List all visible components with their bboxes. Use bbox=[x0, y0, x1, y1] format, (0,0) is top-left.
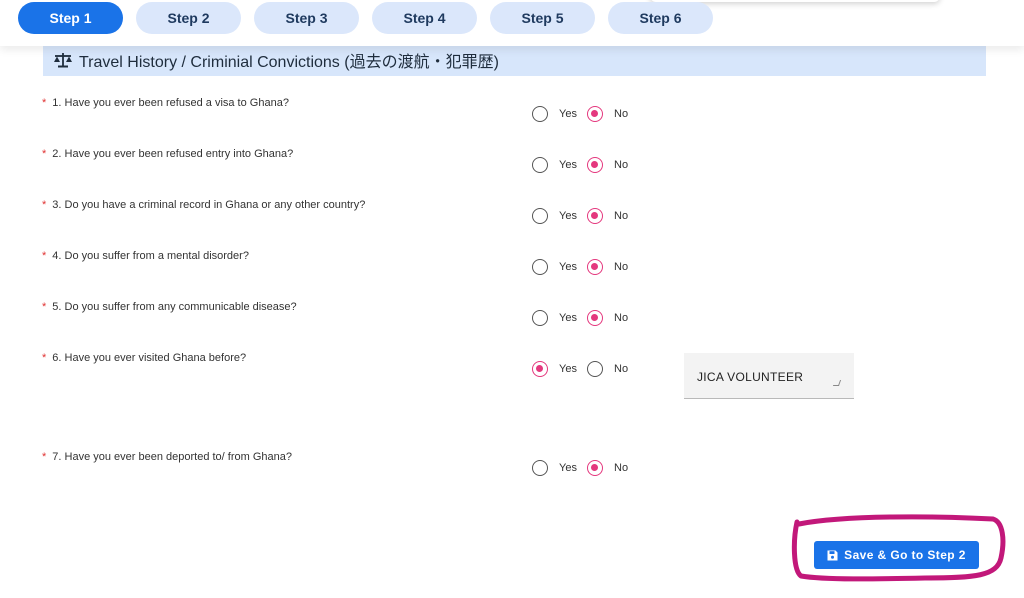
radio-no[interactable] bbox=[587, 310, 603, 326]
option-label: Yes bbox=[559, 363, 577, 375]
option-no[interactable]: No bbox=[587, 310, 628, 326]
option-yes[interactable]: Yes bbox=[532, 310, 577, 326]
step-tabs: Step 1 Step 2 Step 3 Step 4 Step 5 Step … bbox=[18, 2, 713, 34]
option-label: Yes bbox=[559, 210, 577, 222]
radio-yes[interactable] bbox=[532, 208, 548, 224]
question-row: * 2. Have you ever been refused entry int… bbox=[0, 148, 1024, 178]
required-marker: * bbox=[42, 352, 47, 364]
highlight-annotation bbox=[791, 514, 1006, 582]
option-label: No bbox=[614, 462, 629, 474]
option-yes[interactable]: Yes bbox=[532, 460, 577, 476]
radio-no[interactable] bbox=[587, 460, 603, 476]
radio-yes[interactable] bbox=[532, 259, 548, 275]
required-marker: * bbox=[42, 451, 47, 463]
radio-no[interactable] bbox=[587, 361, 603, 377]
option-no[interactable]: No bbox=[587, 361, 628, 377]
radio-yes[interactable] bbox=[532, 361, 548, 377]
section-title: Travel History / Criminial Convictions (… bbox=[79, 54, 499, 71]
scale-icon bbox=[54, 53, 72, 68]
question-row: * 1. Have you ever been refused a visa to… bbox=[0, 97, 1024, 127]
required-marker: * bbox=[42, 250, 47, 262]
resize-handle-icon[interactable] bbox=[832, 380, 842, 386]
step-navigation-bar: Step 1 Step 2 Step 3 Step 4 Step 5 Step … bbox=[0, 0, 1024, 46]
radio-no[interactable] bbox=[587, 208, 603, 224]
radio-yes[interactable] bbox=[532, 460, 548, 476]
option-label: No bbox=[614, 210, 629, 222]
step-4-tab[interactable]: Step 4 bbox=[372, 2, 477, 34]
radio-yes[interactable] bbox=[532, 157, 548, 173]
step-5-tab[interactable]: Step 5 bbox=[490, 2, 595, 34]
option-label: Yes bbox=[559, 108, 577, 120]
question-label: * 3. Do you have a criminal record in Gha… bbox=[42, 199, 366, 211]
option-label: No bbox=[614, 363, 629, 375]
question-row: * 3. Do you have a criminal record in Gha… bbox=[0, 199, 1024, 229]
option-no[interactable]: No bbox=[587, 460, 628, 476]
radio-no[interactable] bbox=[587, 157, 603, 173]
radio-no[interactable] bbox=[587, 106, 603, 122]
question-row: * 7. Have you ever been deported to/ from… bbox=[0, 451, 1024, 481]
option-yes[interactable]: Yes bbox=[532, 361, 577, 377]
option-no[interactable]: No bbox=[587, 157, 628, 173]
radio-yes[interactable] bbox=[532, 106, 548, 122]
question-label: * 7. Have you ever been deported to/ from… bbox=[42, 451, 292, 463]
option-yes[interactable]: Yes bbox=[532, 106, 577, 122]
radio-no[interactable] bbox=[587, 259, 603, 275]
question-label: * 5. Do you suffer from any communicable … bbox=[42, 301, 297, 313]
option-label: Yes bbox=[559, 159, 577, 171]
option-no[interactable]: No bbox=[587, 208, 628, 224]
option-label: No bbox=[614, 312, 629, 324]
option-yes[interactable]: Yes bbox=[532, 208, 577, 224]
option-label: Yes bbox=[559, 462, 577, 474]
option-label: Yes bbox=[559, 312, 577, 324]
question-row: * 5. Do you suffer from any communicable … bbox=[0, 301, 1024, 331]
step-2-tab[interactable]: Step 2 bbox=[136, 2, 241, 34]
required-marker: * bbox=[42, 301, 47, 313]
option-yes[interactable]: Yes bbox=[532, 259, 577, 275]
question-label: * 6. Have you ever visited Ghana before? bbox=[42, 352, 247, 364]
option-yes[interactable]: Yes bbox=[532, 157, 577, 173]
step-1-tab[interactable]: Step 1 bbox=[18, 2, 123, 34]
option-label: No bbox=[614, 108, 629, 120]
option-label: No bbox=[614, 261, 629, 273]
question-label: * 4. Do you suffer from a mental disorder… bbox=[42, 250, 249, 262]
step-6-tab[interactable]: Step 6 bbox=[608, 2, 713, 34]
question-row: * 6. Have you ever visited Ghana before? … bbox=[0, 352, 1024, 382]
required-marker: * bbox=[42, 97, 47, 109]
visit-details-textarea[interactable]: JICA VOLUNTEER bbox=[684, 353, 854, 399]
question-row: * 4. Do you suffer from a mental disorder… bbox=[0, 250, 1024, 280]
option-no[interactable]: No bbox=[587, 106, 628, 122]
option-label: No bbox=[614, 159, 629, 171]
visit-details-value: JICA VOLUNTEER bbox=[697, 370, 804, 384]
option-label: Yes bbox=[559, 261, 577, 273]
question-label: * 2. Have you ever been refused entry int… bbox=[42, 148, 294, 160]
radio-yes[interactable] bbox=[532, 310, 548, 326]
option-no[interactable]: No bbox=[587, 259, 628, 275]
required-marker: * bbox=[42, 199, 47, 211]
question-label: * 1. Have you ever been refused a visa to… bbox=[42, 97, 289, 109]
required-marker: * bbox=[42, 148, 47, 160]
step-3-tab[interactable]: Step 3 bbox=[254, 2, 359, 34]
